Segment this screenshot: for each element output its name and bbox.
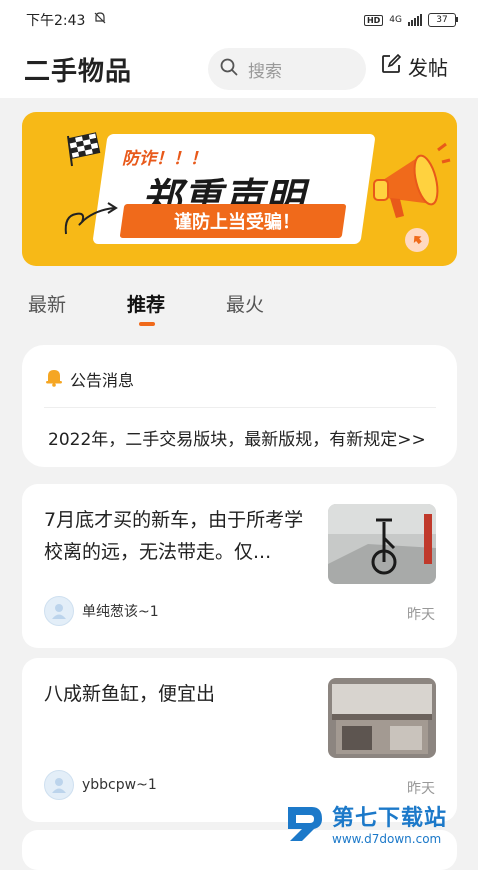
battery-icon: 37 [428, 13, 458, 27]
tab-latest[interactable]: 最新 [28, 290, 66, 317]
notice-card[interactable]: 公告消息 2022年，二手交易版块，最新版规，有新规定>> [22, 345, 457, 467]
status-time: 下午2:43 [26, 13, 86, 29]
hd-badge: HD [363, 14, 384, 26]
post-button[interactable]: 发帖 [380, 52, 448, 81]
post-button-label: 发帖 [408, 56, 448, 80]
battery-level: 37 [436, 15, 448, 25]
promo-banner[interactable]: 防诈！！！ 郑重声明 谨防上当受骗！ [22, 112, 457, 266]
post-time: 昨天 [407, 781, 435, 797]
tab-hottest[interactable]: 最火 [226, 290, 264, 317]
search-placeholder: 搜索 [248, 61, 282, 82]
arrow-icon [410, 232, 424, 249]
active-tab-indicator [139, 322, 155, 326]
watermark-title: 第七下载站 [332, 806, 448, 831]
checkered-flag-icon [62, 132, 102, 172]
network-type: 4G [389, 15, 402, 25]
post-title: 7月底才买的新车，由于所考学校离的远，无法带走。仅... [44, 509, 304, 563]
tab-recommended[interactable]: 推荐 [127, 290, 165, 317]
page-title: 二手物品 [24, 56, 133, 87]
post-title: 八成新鱼缸，便宜出 [44, 683, 216, 705]
post-time: 昨天 [407, 607, 435, 623]
banner-subline: 谨防上当受骗！ [174, 212, 300, 233]
app-header: 二手物品 搜索 发帖 [0, 40, 478, 98]
edit-icon [380, 53, 402, 80]
signal-icon [408, 14, 422, 26]
status-bar: 下午2:43 HD 4G 37 [0, 0, 478, 40]
post-author[interactable]: ybbcpw~1 [82, 777, 157, 793]
watermark-logo-icon [282, 801, 326, 845]
post-author[interactable]: 单纯葱该~1 [82, 601, 159, 621]
search-input[interactable]: 搜索 [208, 48, 366, 90]
bell-icon [44, 367, 64, 391]
notice-link[interactable]: 2022年，二手交易版块，最新版规，有新规定>> [48, 425, 426, 450]
search-icon [220, 58, 238, 81]
avatar[interactable] [44, 770, 74, 800]
banner-tag: 防诈！！！ [122, 149, 207, 169]
post-card[interactable]: 八成新鱼缸，便宜出 ybbcpw~1 昨天 [22, 658, 457, 822]
post-thumbnail [328, 678, 436, 758]
avatar[interactable] [44, 596, 74, 626]
megaphone-icon [372, 142, 452, 236]
mute-bell-icon [93, 11, 107, 29]
watermark-url: www.d7down.com [332, 832, 442, 846]
notice-title: 公告消息 [70, 371, 135, 390]
banner-arrow-button[interactable] [405, 228, 429, 252]
divider [44, 407, 436, 408]
watermark: 第七下载站 www.d7down.com [282, 800, 447, 846]
curly-arrow-icon [62, 198, 122, 242]
post-thumbnail [328, 504, 436, 584]
post-card[interactable]: 7月底才买的新车，由于所考学校离的远，无法带走。仅... 单纯葱该~1 昨天 [22, 484, 457, 648]
